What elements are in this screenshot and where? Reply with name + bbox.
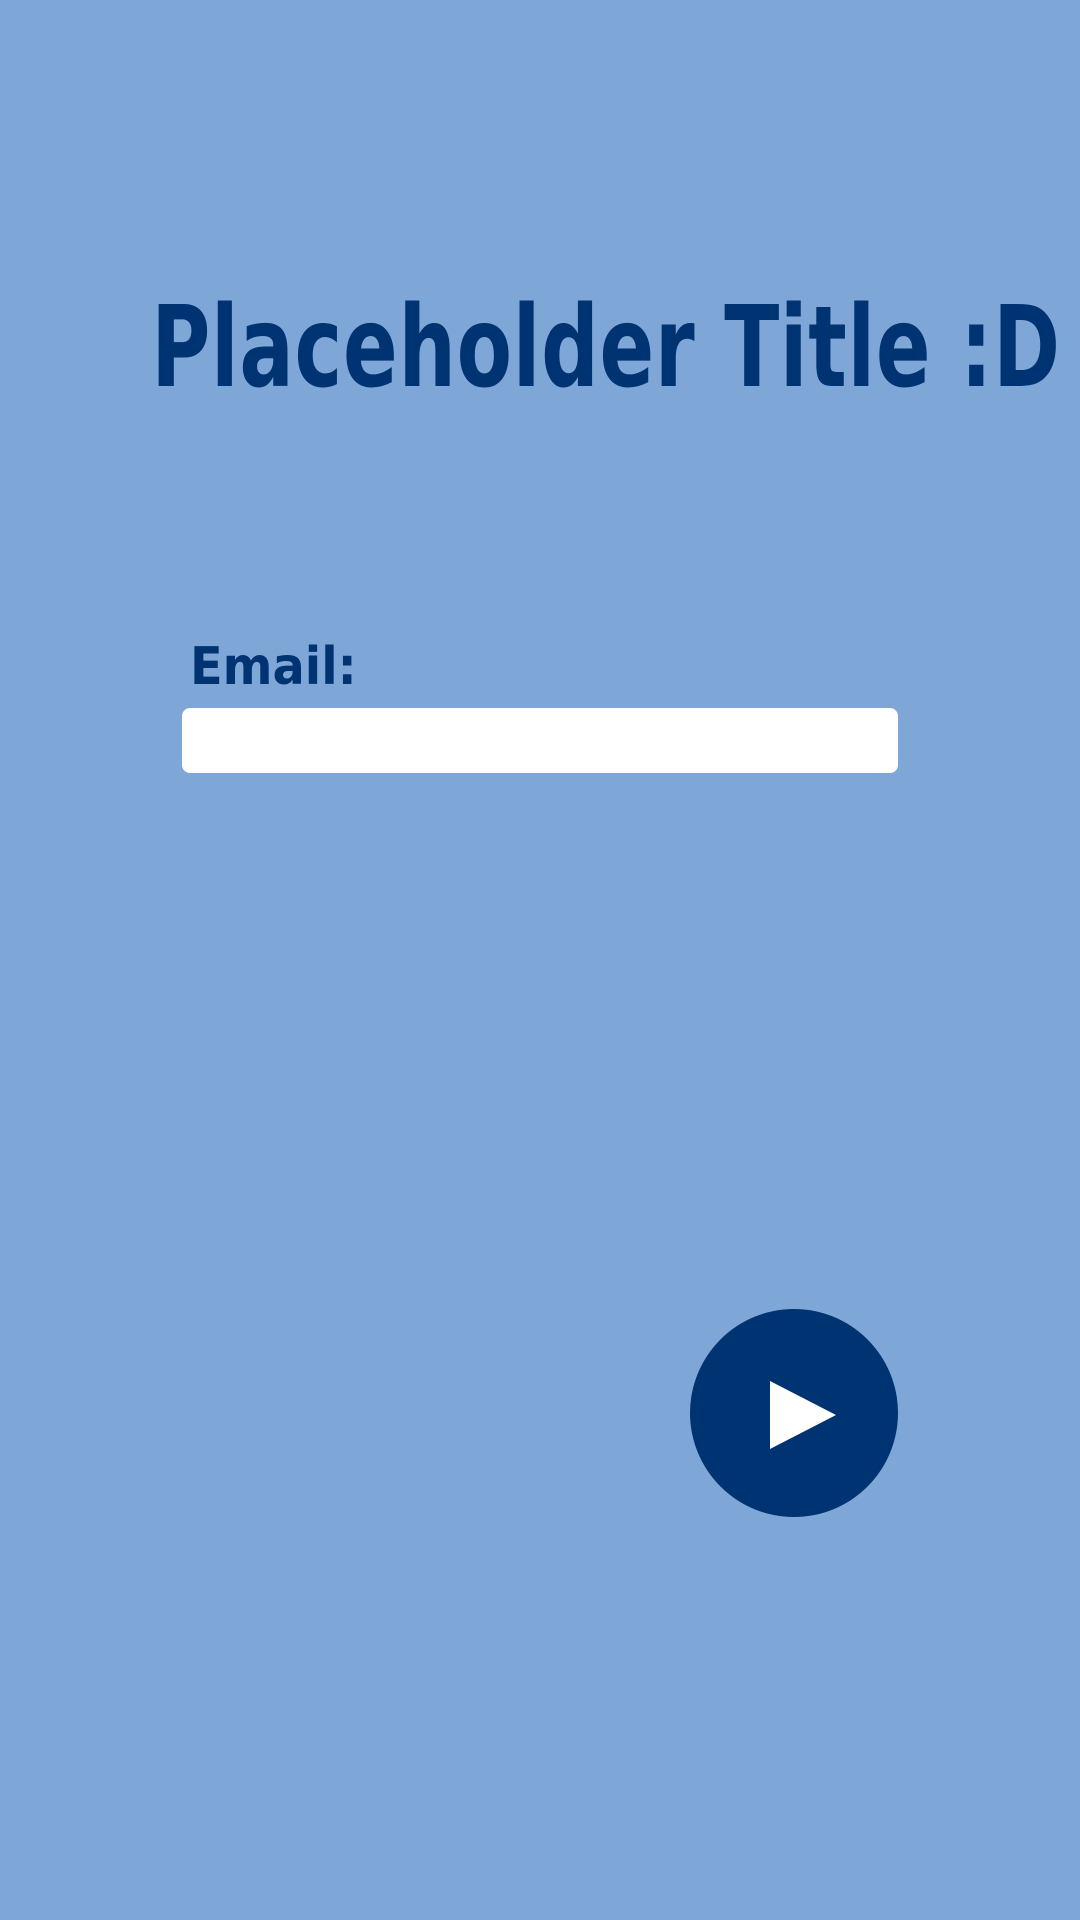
login-screen: Placeholder Title :D Email: <box>0 0 1080 1920</box>
page-title: Placeholder Title :D <box>151 283 1061 413</box>
play-icon <box>770 1381 836 1449</box>
next-button[interactable] <box>690 1309 898 1517</box>
email-label: Email: <box>190 637 357 697</box>
email-input[interactable] <box>182 708 898 773</box>
